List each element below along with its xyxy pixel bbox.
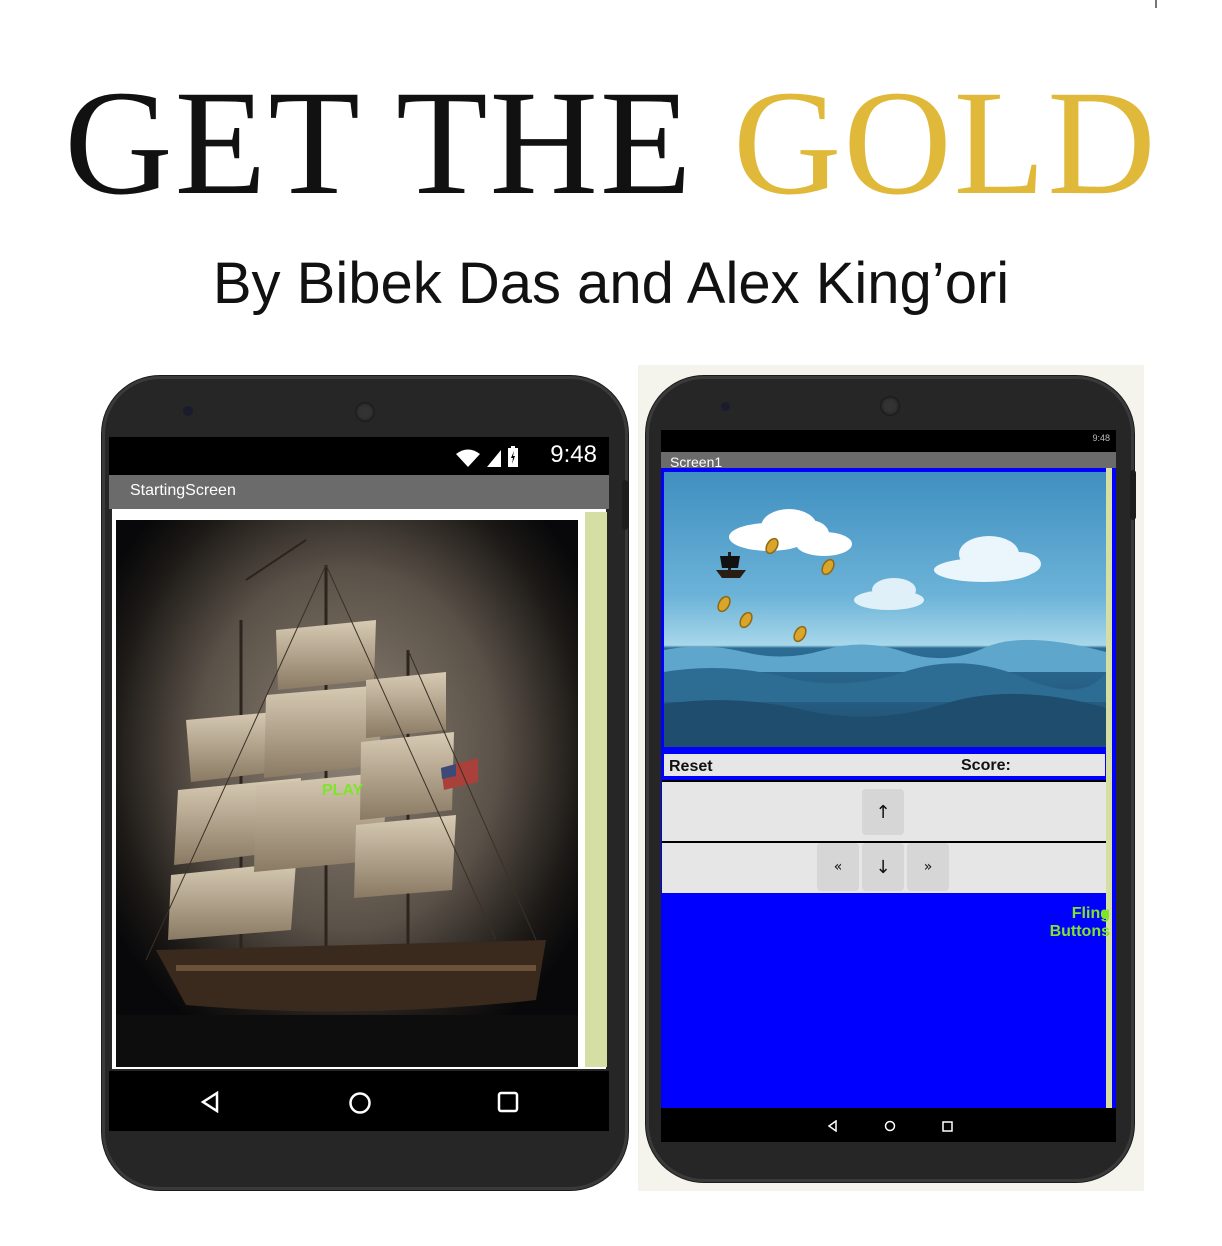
controls-row-top: ↑ — [662, 780, 1106, 841]
right-phone-side-button — [1130, 470, 1136, 520]
screen-title: StartingScreen — [130, 482, 236, 499]
play-button[interactable]: PLAY — [322, 782, 363, 800]
cloud — [789, 520, 852, 556]
back-icon[interactable] — [199, 1090, 221, 1118]
gold-coin — [793, 625, 807, 643]
gold-coin — [717, 595, 731, 613]
up-button[interactable]: ↑ — [862, 789, 904, 835]
screen-title: Screen1 — [670, 454, 723, 468]
right-title-bar: Screen1 — [661, 452, 1116, 468]
title-word-gold: GOLD — [733, 60, 1158, 226]
ship-sprite — [716, 552, 746, 578]
recents-icon[interactable] — [942, 1119, 953, 1137]
poster-title: GET THE GOLD — [0, 58, 1222, 228]
back-icon[interactable] — [827, 1119, 838, 1137]
right-status-bar: 9:48 — [661, 430, 1116, 452]
left-phone-side-button — [622, 480, 628, 530]
left-navigation-bar — [109, 1071, 609, 1131]
corner-mark — [1155, 0, 1157, 8]
poster-byline: By Bibek Das and Alex King’ori — [212, 251, 1010, 316]
game-canvas[interactable] — [664, 472, 1106, 747]
right-phone-sensor — [721, 402, 730, 411]
fling-buttons-label: Fling Buttons — [1040, 905, 1110, 941]
wifi-icon — [455, 449, 480, 467]
left-button[interactable]: « — [817, 843, 859, 891]
left-screen-scrollbar — [585, 512, 607, 1067]
left-title-bar: StartingScreen — [109, 475, 609, 509]
fling-toggle[interactable] — [1101, 911, 1109, 919]
status-icons — [455, 446, 519, 473]
left-status-bar: 9:48 — [109, 437, 609, 475]
right-navigation-bar — [661, 1108, 1116, 1142]
left-phone-speaker — [355, 402, 375, 422]
cloud — [854, 578, 924, 610]
score-row: Reset Score: — [664, 754, 1105, 776]
fling-label-line2: Buttons — [1049, 923, 1110, 940]
recents-icon[interactable] — [497, 1091, 519, 1118]
home-icon[interactable] — [884, 1119, 896, 1137]
status-time: 9:48 — [1092, 433, 1110, 443]
status-time: 9:48 — [550, 441, 597, 468]
controls-row-bottom: « ↓ » — [662, 841, 1106, 893]
down-button[interactable]: ↓ — [862, 843, 904, 891]
right-screen-scrollbar — [1106, 468, 1112, 1108]
battery-icon — [508, 446, 518, 467]
right-button[interactable]: » — [907, 843, 949, 891]
gold-coin — [739, 611, 753, 629]
fling-label-line1: Fling — [1071, 905, 1110, 922]
gold-coin — [821, 558, 835, 576]
left-phone-sensor — [183, 406, 193, 416]
home-icon[interactable] — [348, 1091, 372, 1120]
signal-icon — [486, 450, 501, 467]
right-phone-speaker — [880, 396, 900, 416]
reset-button[interactable]: Reset — [669, 758, 713, 776]
title-word-get-the: GET THE — [64, 60, 694, 226]
score-label: Score: — [961, 757, 1011, 774]
cloud — [934, 536, 1041, 582]
